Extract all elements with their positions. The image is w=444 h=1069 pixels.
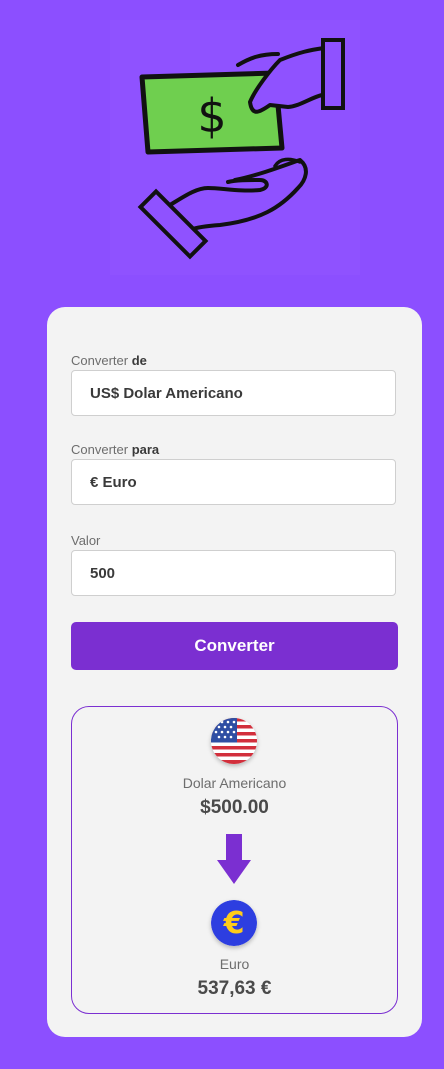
amount-input[interactable]: [90, 564, 395, 582]
money-exchange-illustration: $: [110, 20, 360, 275]
from-currency-amount: $500.00: [200, 797, 269, 818]
to-currency-value: € Euro: [90, 473, 137, 491]
us-flag-icon: [211, 718, 257, 764]
from-currency-value: US$ Dolar Americano: [90, 384, 243, 402]
from-currency-label: Converter de: [71, 353, 147, 368]
convert-button[interactable]: Converter: [71, 622, 398, 670]
from-currency-name: Dolar Americano: [182, 775, 287, 791]
svg-text:€: €: [223, 906, 245, 941]
to-currency-name: Euro: [219, 956, 250, 972]
conversion-result: Dolar Americano $500.00 € Euro 537,63 €: [71, 706, 398, 1014]
to-currency-amount: 537,63 €: [197, 978, 272, 999]
euro-icon: €: [211, 900, 257, 946]
to-currency-select[interactable]: € Euro: [71, 459, 396, 505]
money-exchange-icon: $: [137, 38, 345, 260]
amount-field[interactable]: [71, 550, 396, 596]
converter-card: Converter de US$ Dolar Americano Convert…: [47, 307, 422, 1037]
from-currency-select[interactable]: US$ Dolar Americano: [71, 370, 396, 416]
arrow-down-icon: [217, 834, 251, 891]
amount-label: Valor: [71, 533, 101, 548]
bill-currency-symbol: $: [197, 89, 226, 143]
to-currency-label: Converter para: [71, 442, 160, 457]
